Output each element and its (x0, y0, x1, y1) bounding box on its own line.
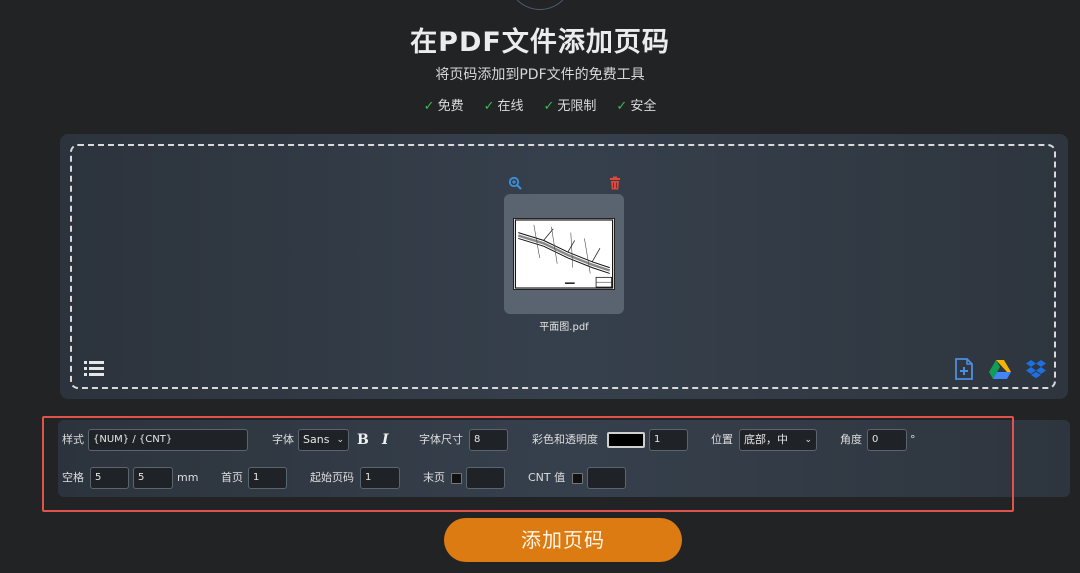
feature-secure: ✓ 安全 (616, 99, 657, 114)
highlight-frame (42, 416, 1014, 512)
add-file-icon[interactable] (955, 358, 973, 380)
check-icon: ✓ (423, 99, 435, 114)
feature-unlimited: ✓ 无限制 (543, 99, 597, 114)
zoom-in-icon[interactable] (508, 176, 522, 190)
page-title: 在PDF文件添加页码 (410, 27, 670, 58)
logo-circle (509, 0, 571, 10)
list-icon[interactable] (84, 360, 104, 378)
check-icon: ✓ (543, 99, 555, 114)
file-name: 平面图.pdf (539, 322, 589, 333)
trash-icon[interactable] (608, 176, 622, 190)
file-card[interactable] (504, 194, 624, 314)
dropbox-icon[interactable] (1025, 359, 1047, 379)
page-subtitle: 将页码添加到PDF文件的免费工具 (435, 67, 645, 83)
check-icon: ✓ (483, 99, 495, 114)
file-dropzone[interactable]: 平面图.pdf (70, 144, 1056, 389)
pdf-thumbnail (513, 218, 615, 290)
feature-online: ✓ 在线 (483, 99, 524, 114)
check-icon: ✓ (616, 99, 628, 114)
add-page-numbers-button[interactable]: 添加页码 (444, 518, 682, 562)
upload-panel: 平面图.pdf (60, 134, 1068, 399)
google-drive-icon[interactable] (989, 359, 1011, 379)
feature-free: ✓ 免费 (423, 99, 464, 114)
feature-list: ✓ 免费 ✓ 在线 ✓ 无限制 ✓ 安全 (0, 95, 1080, 114)
